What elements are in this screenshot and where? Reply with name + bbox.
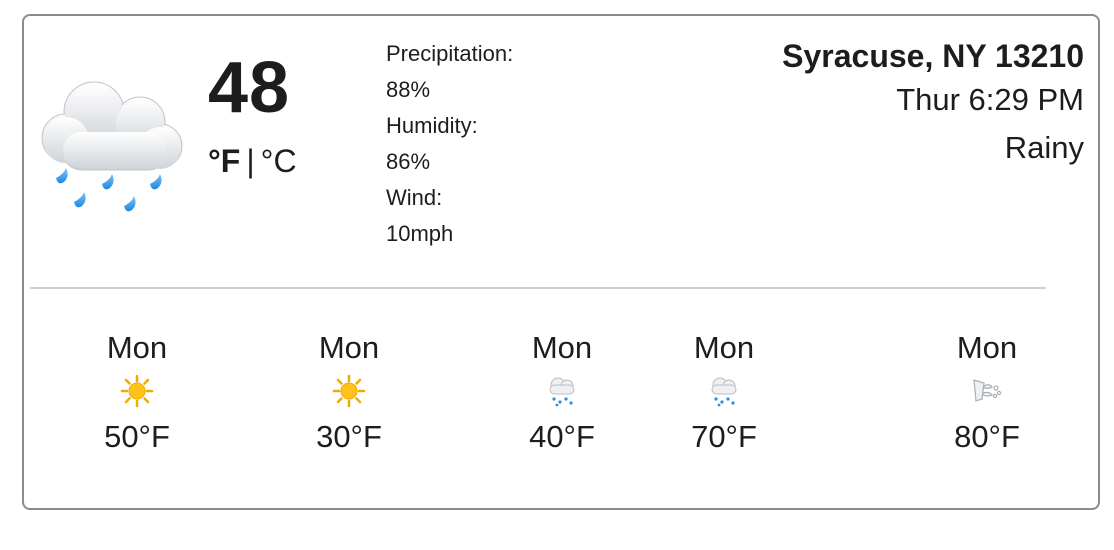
divider: [30, 287, 1046, 289]
rain-cloud-icon: [545, 374, 579, 408]
forecast-day: Mon 40°F: [492, 326, 632, 462]
forecast-day: Mon 70°F: [654, 326, 794, 462]
city-name: Syracuse, NY 13210: [782, 38, 1084, 74]
wind-value: 10mph: [386, 221, 454, 246]
precipitation-value: 88%: [386, 77, 431, 102]
humidity-value: 86%: [386, 149, 431, 174]
sun-icon: [120, 374, 154, 408]
forecast-temp: 40°F: [529, 419, 595, 454]
forecast-day-name: Mon: [106, 330, 168, 365]
forecast-day-name: Mon: [693, 330, 755, 365]
forecast-temp: 30°F: [316, 419, 382, 454]
weather-details: Precipitation: 88% Humidity: 86% Wind: 1…: [386, 36, 513, 252]
forecast-day: Mon 30°F: [279, 326, 419, 462]
forecast-day-name: Mon: [531, 330, 593, 365]
wind-label: Wind:: [386, 185, 443, 210]
forecast-day: Mon 80°F: [917, 326, 1057, 462]
unit-separator: |: [246, 143, 255, 179]
celsius-link[interactable]: °C: [261, 143, 297, 179]
humidity-label: Humidity:: [386, 113, 478, 138]
unit-toggle: °F | °C: [208, 145, 297, 177]
current-temperature: 48: [208, 48, 291, 128]
location-panel: Syracuse, NY 13210 Thur 6:29 PM Rainy: [782, 36, 1084, 172]
forecast-temp: 80°F: [954, 419, 1020, 454]
forecast-temp: 70°F: [691, 419, 757, 454]
forecast-temp: 50°F: [104, 419, 170, 454]
weather-condition: Rainy: [1004, 130, 1084, 165]
forecast-day-name: Mon: [318, 330, 380, 365]
date-time: Thur 6:29 PM: [896, 82, 1084, 117]
sun-icon: [332, 374, 366, 408]
rain-cloud-icon: [707, 374, 741, 408]
cloud-with-rain-icon: [32, 70, 188, 220]
forecast-day: Mon 50°F: [67, 326, 207, 462]
precipitation-label: Precipitation:: [386, 41, 514, 66]
forecast-day-name: Mon: [956, 330, 1018, 365]
fahrenheit-link[interactable]: °F: [208, 143, 240, 179]
wind-icon: [970, 374, 1004, 408]
